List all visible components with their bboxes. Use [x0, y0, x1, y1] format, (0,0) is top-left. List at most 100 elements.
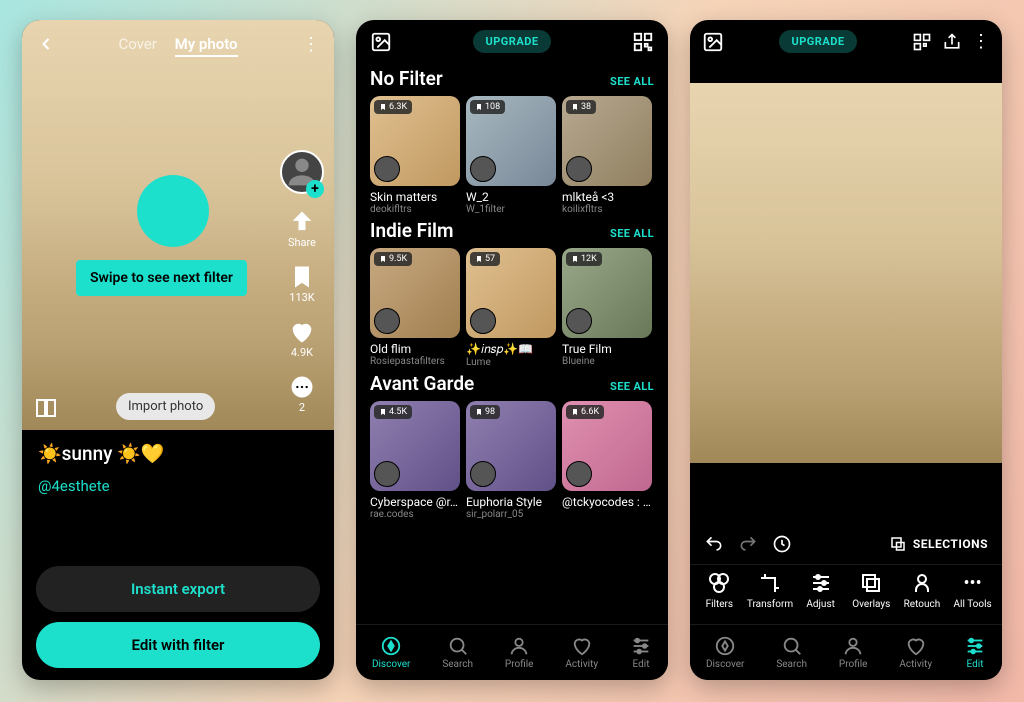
editor-canvas[interactable]: [690, 83, 1002, 463]
creator-avatar-icon: [470, 308, 496, 334]
filter-card[interactable]: 6.3K Skin matters deokifltrs: [370, 96, 460, 215]
filter-name: Euphoria Style: [466, 495, 556, 509]
like-count: 4.9K: [291, 346, 313, 359]
nav-discover[interactable]: Discover: [706, 635, 745, 670]
tool-transform[interactable]: Transform: [745, 571, 795, 610]
screen-editor: UPGRADE ⋮ SELECTIONS Filters: [690, 20, 1002, 680]
more-menu[interactable]: ⋮: [296, 34, 320, 55]
edit-with-filter-button[interactable]: Edit with filter: [36, 622, 320, 668]
nav-edit[interactable]: Edit: [964, 635, 986, 670]
selections-button[interactable]: SELECTIONS: [889, 535, 988, 553]
see-all-link[interactable]: SEE ALL: [610, 75, 654, 88]
nav-edit-label: Edit: [967, 659, 984, 670]
creator-avatar-icon: [374, 156, 400, 182]
nav-discover[interactable]: Discover: [372, 635, 411, 670]
creator-avatar-icon: [470, 461, 496, 487]
filter-row[interactable]: 9.5K Old flim Rosiepastafilters 57 ✨𝑖𝑛𝑠𝑝…: [370, 248, 654, 368]
top-bar: Cover My photo ⋮: [22, 32, 334, 56]
nav-activity-label: Activity: [899, 659, 932, 670]
filter-card[interactable]: 12K True Film Blueine: [562, 248, 652, 368]
creator-avatar-icon: [566, 461, 592, 487]
qr-icon[interactable]: [632, 31, 654, 53]
nav-activity-label: Activity: [565, 659, 598, 670]
nav-profile[interactable]: Profile: [839, 635, 868, 670]
filter-name: @tckyocodes : y…: [562, 495, 652, 509]
nav-search-label: Search: [776, 659, 807, 670]
filter-card[interactable]: 98 Euphoria Style sir_polarr_05: [466, 401, 556, 520]
filter-row[interactable]: 4.5K Cyberspace @r… rae.codes 98 Euphori…: [370, 401, 654, 520]
tool-adjust[interactable]: Adjust: [796, 571, 846, 610]
filter-author: deokifltrs: [370, 204, 460, 215]
section-title: Indie Film: [370, 219, 453, 242]
filter-card[interactable]: 4.5K Cyberspace @r… rae.codes: [370, 401, 460, 520]
filter-name: mlkteå <3: [562, 190, 652, 204]
tool-transform-label: Transform: [747, 599, 793, 610]
filter-thumbnail: 57: [466, 248, 556, 338]
side-actions: + Share 113K 4.9K 2: [280, 150, 324, 414]
tool-row: Filters Transform Adjust Overlays Retouc…: [690, 564, 1002, 624]
screen-preview: Cover My photo ⋮ Swipe to see next filte…: [22, 20, 334, 680]
nav-edit[interactable]: Edit: [630, 635, 652, 670]
filter-card[interactable]: 38 mlkteå <3 koilixfltrs: [562, 96, 652, 215]
creator-avatar-icon: [374, 308, 400, 334]
nav-edit-label: Edit: [633, 659, 650, 670]
tool-all-tools[interactable]: ••• All Tools: [948, 571, 998, 610]
filter-thumbnail: 6.6K: [562, 401, 652, 491]
filter-card[interactable]: 57 ✨𝑖𝑛𝑠𝑝✨📖 Lume: [466, 248, 556, 368]
filter-thumbnail: 4.5K: [370, 401, 460, 491]
post-username[interactable]: @4esthete: [22, 477, 334, 495]
filter-author: Blueine: [562, 356, 652, 367]
see-all-link[interactable]: SEE ALL: [610, 227, 654, 240]
upgrade-button[interactable]: UPGRADE: [473, 30, 550, 53]
history-row: SELECTIONS: [690, 524, 1002, 564]
share-button[interactable]: Share: [288, 208, 316, 249]
tool-retouch-label: Retouch: [904, 599, 941, 610]
bookmark-badge: 9.5K: [374, 252, 412, 266]
preview-tabs: Cover My photo: [60, 35, 296, 53]
bookmark-count: 113K: [289, 291, 314, 304]
nav-search[interactable]: Search: [776, 635, 807, 670]
qr-icon[interactable]: [912, 32, 932, 52]
filter-card[interactable]: 108 W_2 W_1filter: [466, 96, 556, 215]
tool-overlays[interactable]: Overlays: [846, 571, 896, 610]
nav-profile-label: Profile: [505, 659, 534, 670]
filter-card[interactable]: 9.5K Old flim Rosiepastafilters: [370, 248, 460, 368]
filter-author: Lume: [466, 357, 556, 368]
undo-button[interactable]: [704, 534, 724, 554]
nav-activity[interactable]: Activity: [565, 635, 598, 670]
share-icon[interactable]: [942, 32, 962, 52]
history-button[interactable]: [772, 534, 792, 554]
follow-plus-icon[interactable]: +: [306, 180, 324, 198]
tool-adjust-label: Adjust: [806, 599, 835, 610]
more-menu[interactable]: ⋮: [972, 31, 990, 52]
filter-author: koilixfltrs: [562, 204, 652, 215]
instant-export-button[interactable]: Instant export: [36, 566, 320, 612]
creator-avatar-icon: [374, 461, 400, 487]
compare-icon[interactable]: [34, 396, 58, 420]
back-button[interactable]: [36, 32, 60, 56]
filter-card[interactable]: 6.6K @tckyocodes : y…: [562, 401, 652, 520]
filter-row[interactable]: 6.3K Skin matters deokifltrs 108 W_2 W_1…: [370, 96, 654, 215]
tab-cover[interactable]: Cover: [118, 35, 156, 53]
screen-discover: UPGRADE No Filter SEE ALL 6.3K Skin matt…: [356, 20, 668, 680]
creator-avatar[interactable]: +: [280, 150, 324, 194]
nav-profile[interactable]: Profile: [505, 635, 534, 670]
upgrade-button[interactable]: UPGRADE: [779, 30, 856, 53]
like-button[interactable]: 4.9K: [288, 318, 316, 359]
see-all-link[interactable]: SEE ALL: [610, 380, 654, 393]
editor-controls: SELECTIONS Filters Transform Adjust Over…: [690, 524, 1002, 624]
nav-search[interactable]: Search: [442, 635, 473, 670]
tool-retouch[interactable]: Retouch: [897, 571, 947, 610]
import-photo-button[interactable]: Import photo: [116, 393, 215, 420]
tab-my-photo[interactable]: My photo: [175, 35, 238, 57]
action-buttons: Instant export Edit with filter: [36, 566, 320, 668]
gallery-icon[interactable]: [370, 31, 392, 53]
filter-section: Indie Film SEE ALL 9.5K Old flim Rosiepa…: [356, 215, 668, 368]
filter-name: ✨𝑖𝑛𝑠𝑝✨📖: [466, 342, 556, 357]
gallery-icon[interactable]: [702, 31, 724, 53]
nav-activity[interactable]: Activity: [899, 635, 932, 670]
comment-button[interactable]: 2: [288, 373, 316, 414]
tool-filters[interactable]: Filters: [694, 571, 744, 610]
redo-button[interactable]: [738, 534, 758, 554]
bookmark-button[interactable]: 113K: [288, 263, 316, 304]
